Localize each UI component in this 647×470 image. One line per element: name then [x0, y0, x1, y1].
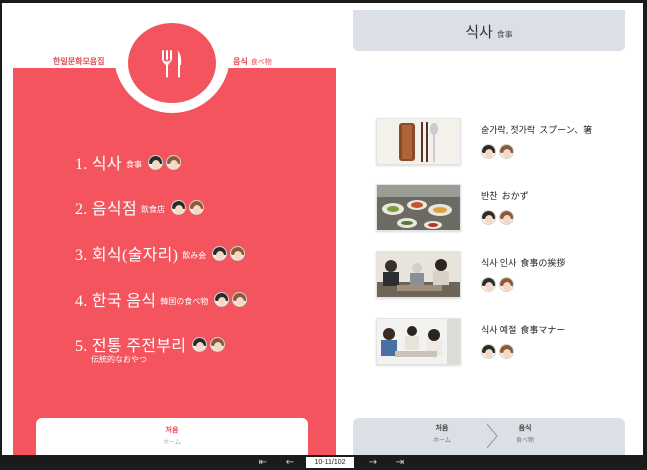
female-avatar-icon[interactable]	[481, 344, 496, 359]
spoon-chopsticks-photo[interactable]	[376, 118, 461, 165]
breadcrumb: 처음 ホーム 음식 食べ物	[353, 418, 625, 455]
male-avatar-icon[interactable]	[232, 291, 248, 307]
narrator-avatars[interactable]	[212, 245, 248, 261]
prev-page-icon[interactable]: ←	[283, 455, 297, 470]
narrator-avatars[interactable]	[481, 344, 565, 359]
meal-greeting-photo[interactable]	[376, 251, 461, 298]
breadcrumb-home[interactable]: 처음 ホーム	[433, 423, 451, 444]
narrator-avatars[interactable]	[214, 291, 250, 307]
fork-knife-icon	[128, 23, 216, 103]
female-avatar-icon[interactable]	[481, 210, 496, 225]
menu-item-drinking-party[interactable]: 3. 회식(술자리) 飲み会	[75, 241, 248, 265]
male-avatar-icon[interactable]	[499, 144, 514, 159]
first-page-icon[interactable]: ⇤	[256, 455, 270, 470]
collection-title: 한일문화모음집	[53, 57, 105, 66]
menu-item-restaurant[interactable]: 2. 음식점 飲食店	[75, 195, 207, 219]
topic-title: 식사 예절 食事マナー	[481, 325, 566, 335]
male-avatar-icon[interactable]	[499, 344, 514, 359]
meal-manners-photo[interactable]	[376, 318, 461, 365]
female-avatar-icon[interactable]	[212, 245, 228, 261]
topic-meal-manners[interactable]: 식사 예절 食事マナー	[376, 318, 565, 365]
menu-item-traditional-snacks[interactable]: 5. 전통 주전부리 伝統的なおやつ	[75, 332, 228, 364]
female-avatar-icon[interactable]	[214, 291, 230, 307]
menu-item-korean-food[interactable]: 4. 한국 음식 韓国の食べ物	[75, 287, 250, 311]
male-avatar-icon[interactable]	[499, 210, 514, 225]
narrator-avatars[interactable]	[481, 144, 592, 159]
male-avatar-icon[interactable]	[210, 336, 226, 352]
topic-title: 반찬 おかず	[481, 191, 529, 201]
female-avatar-icon[interactable]	[170, 199, 186, 215]
female-avatar-icon[interactable]	[481, 144, 496, 159]
left-page: 한일문화모음집 음식 食べ物 1. 식사 食事 2. 음식점 飲食店 3. 회식…	[13, 10, 336, 455]
male-avatar-icon[interactable]	[499, 277, 514, 292]
male-avatar-icon[interactable]	[165, 154, 181, 170]
right-header: 식사 食事	[353, 10, 625, 51]
page-indicator[interactable]: 10-11/102	[306, 457, 354, 468]
home-button[interactable]: 처음 ホーム	[36, 418, 308, 455]
breadcrumb-food[interactable]: 음식 食べ物	[516, 423, 534, 444]
topic-meal-greeting[interactable]: 식사 인사 食事の挨拶	[376, 251, 565, 298]
male-avatar-icon[interactable]	[230, 245, 246, 261]
narrator-avatars[interactable]	[147, 154, 184, 170]
side-dishes-photo[interactable]	[376, 184, 461, 231]
section-title: 음식 食べ物	[233, 57, 272, 66]
narrator-avatars[interactable]	[481, 277, 565, 292]
topic-side-dishes[interactable]: 반찬 おかず	[376, 184, 529, 231]
narrator-avatars[interactable]	[481, 210, 529, 225]
chevron-right-icon	[486, 423, 498, 449]
next-page-icon[interactable]: →	[366, 455, 380, 470]
female-avatar-icon[interactable]	[481, 277, 496, 292]
male-avatar-icon[interactable]	[188, 199, 204, 215]
last-page-icon[interactable]: ⇥	[393, 455, 407, 470]
narrator-avatars[interactable]	[192, 336, 228, 352]
topic-spoon-chopsticks[interactable]: 숟가락, 젓가락 スプーン、箸	[376, 118, 592, 165]
topic-title: 숟가락, 젓가락 スプーン、箸	[481, 125, 593, 135]
page-title: 식사 食事	[465, 25, 513, 41]
female-avatar-icon[interactable]	[147, 154, 163, 170]
narrator-avatars[interactable]	[170, 199, 207, 215]
menu-item-meal[interactable]: 1. 식사 食事	[75, 150, 184, 174]
female-avatar-icon[interactable]	[192, 336, 208, 352]
page-navigation-bar: ⇤ ← 10-11/102 → ⇥	[0, 455, 647, 470]
topic-title: 식사 인사 食事の挨拶	[481, 258, 566, 268]
